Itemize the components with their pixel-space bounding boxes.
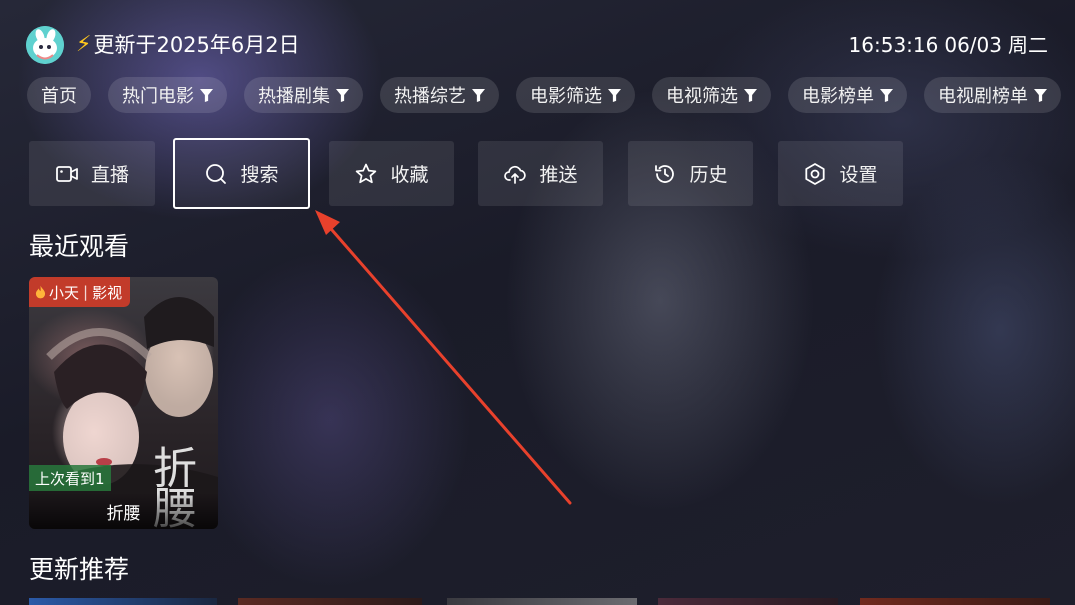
- recommend-section-title: 更新推荐: [29, 555, 130, 584]
- watch-progress-label: 上次看到1: [29, 465, 111, 491]
- update-text: 更新于2025年6月2日: [93, 33, 300, 57]
- filter-icon: [200, 88, 213, 102]
- nav-item-tv-filter[interactable]: 电视筛选: [652, 77, 771, 113]
- search-button-label: 搜索: [240, 164, 279, 186]
- favorite-button-label: 收藏: [390, 164, 429, 186]
- app-avatar: [26, 26, 64, 64]
- star-icon: [356, 163, 377, 183]
- category-nav: 首页 热门电影 热播剧集 热播综艺 电影筛选 电视筛选 电影榜单 电视剧榜单: [27, 77, 1061, 113]
- recommend-card-5[interactable]: [860, 598, 1050, 605]
- nav-item-label: 电视剧榜单: [938, 86, 1028, 107]
- filter-icon: [744, 88, 757, 102]
- nav-item-label: 热播剧集: [258, 86, 330, 107]
- history-button-label: 历史: [689, 164, 728, 186]
- nav-item-home[interactable]: 首页: [27, 77, 91, 113]
- settings-button[interactable]: 设置: [778, 141, 903, 206]
- bolt-icon: ⚡: [76, 32, 92, 57]
- nav-item-movie-ranking[interactable]: 电影榜单: [788, 77, 907, 113]
- nav-item-hot-movies[interactable]: 热门电影: [108, 77, 227, 113]
- clock: 16:53:16 06/03 周二: [849, 30, 1048, 60]
- nav-item-label: 电视筛选: [666, 86, 738, 107]
- live-button[interactable]: 直播: [29, 141, 155, 206]
- nav-item-label: 电影榜单: [802, 86, 874, 107]
- update-status: ⚡ 更新于2025年6月2日: [76, 30, 300, 60]
- source-badge: 小天 | 影视: [29, 277, 131, 307]
- live-button-label: 直播: [90, 164, 129, 186]
- nav-item-movie-filter[interactable]: 电影筛选: [516, 77, 635, 113]
- filter-icon: [880, 88, 893, 102]
- filter-icon: [336, 88, 349, 102]
- clock-weekday: 周二: [1008, 33, 1048, 57]
- nav-item-label: 电影筛选: [530, 86, 602, 107]
- source-badge-separator: |: [83, 283, 89, 301]
- source-badge-left: 小天: [49, 283, 80, 302]
- clock-time: 16:53:16: [848, 33, 939, 57]
- recommend-card-1[interactable]: [29, 598, 217, 605]
- video-camera-icon: [56, 165, 78, 182]
- search-button[interactable]: 搜索: [173, 138, 310, 209]
- history-icon: [655, 164, 675, 183]
- clock-date: 06/03: [944, 33, 1002, 57]
- annotation-arrow: [315, 210, 572, 505]
- flame-icon: [35, 285, 46, 299]
- settings-icon: [805, 162, 826, 185]
- favorite-button[interactable]: 收藏: [329, 141, 454, 206]
- nav-item-label: 热门电影: [122, 86, 194, 107]
- filter-icon: [1034, 88, 1047, 102]
- history-button[interactable]: 历史: [628, 141, 753, 206]
- nav-item-tv-ranking[interactable]: 电视剧榜单: [924, 77, 1061, 113]
- push-button[interactable]: 推送: [478, 141, 603, 206]
- cloud-upload-icon: [504, 165, 527, 184]
- card-title: 折腰: [29, 493, 218, 529]
- mascot-icon: [26, 26, 64, 64]
- nav-item-label: 首页: [41, 86, 77, 107]
- filter-icon: [608, 88, 621, 102]
- recommend-card-4[interactable]: [658, 598, 838, 605]
- nav-item-label: 热播综艺: [394, 86, 466, 107]
- settings-button-label: 设置: [839, 164, 878, 186]
- recommend-card-3[interactable]: [447, 598, 637, 605]
- search-icon: [206, 163, 227, 184]
- nav-item-hot-variety[interactable]: 热播综艺: [380, 77, 499, 113]
- push-button-label: 推送: [539, 164, 578, 186]
- filter-icon: [472, 88, 485, 102]
- recent-section-title: 最近观看: [29, 232, 130, 261]
- source-badge-right: 影视: [92, 283, 123, 302]
- recommend-card-2[interactable]: [238, 598, 422, 605]
- recent-card[interactable]: 小天 | 影视 折腰 上次看到1 折腰: [29, 277, 218, 529]
- nav-item-hot-series[interactable]: 热播剧集: [244, 77, 363, 113]
